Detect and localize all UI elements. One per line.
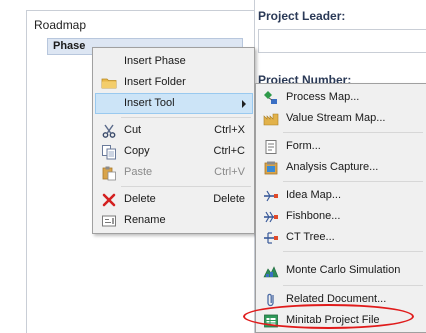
- shortcut-label: Ctrl+V: [214, 166, 245, 178]
- menu-item-paste[interactable]: Paste Ctrl+V: [95, 162, 253, 183]
- context-menu: Insert Phase Insert Folder Insert Tool C…: [92, 47, 255, 234]
- shortcut-label: Ctrl+X: [214, 124, 245, 136]
- paste-icon: [102, 166, 116, 181]
- menu-item-copy[interactable]: Copy Ctrl+C: [95, 141, 253, 162]
- menu-item-label: Insert Folder: [124, 76, 186, 88]
- submenu-item-label: Fishbone...: [286, 210, 341, 222]
- menu-separator: [121, 117, 251, 118]
- scissors-icon: [102, 124, 116, 138]
- value-stream-map-icon: [263, 113, 279, 126]
- submenu-item-label: Monte Carlo Simulation: [286, 264, 401, 276]
- copy-icon: [102, 145, 116, 160]
- paperclip-icon: [267, 293, 274, 307]
- menu-item-cut[interactable]: Cut Ctrl+X: [95, 120, 253, 141]
- menu-separator: [121, 186, 251, 187]
- shortcut-label: Ctrl+C: [213, 145, 245, 157]
- submenu-separator: [283, 181, 423, 182]
- menu-item-delete[interactable]: Delete Delete: [95, 189, 253, 210]
- submenu-item-label: Form...: [286, 140, 321, 152]
- submenu-item-ct-tree[interactable]: CT Tree...: [258, 227, 425, 248]
- menu-item-label: Paste: [124, 166, 153, 178]
- submenu-item-form[interactable]: Form...: [258, 136, 425, 157]
- menu-item-label: Rename: [124, 214, 166, 226]
- submenu-item-related-document[interactable]: Related Document...: [258, 289, 425, 310]
- analysis-capture-icon: [264, 161, 278, 175]
- submenu-item-analysis-capture[interactable]: Analysis Capture...: [258, 157, 425, 178]
- submenu-separator: [283, 132, 423, 133]
- fishbone-icon: [264, 211, 278, 223]
- submenu-item-value-stream-map[interactable]: Value Stream Map...: [258, 108, 425, 129]
- menu-item-label: Delete: [124, 193, 156, 205]
- submenu-item-label: Idea Map...: [286, 189, 342, 201]
- submenu-item-monte-carlo-simulation[interactable]: Monte Carlo Simulation: [258, 260, 425, 281]
- submenu-separator: [283, 285, 423, 286]
- submenu-item-label: Value Stream Map...: [286, 112, 386, 124]
- minitab-project-icon: [264, 314, 278, 328]
- submenu-item-minitab-project-file[interactable]: Minitab Project File: [258, 310, 425, 331]
- submenu-arrow-icon: [242, 100, 246, 108]
- submenu-item-label: Process Map...: [286, 91, 360, 103]
- idea-map-icon: [264, 190, 278, 202]
- roadmap-title: Roadmap: [34, 18, 87, 32]
- submenu-item-label: Minitab Project File: [286, 314, 380, 326]
- tree-item-phase-label: Phase: [53, 40, 86, 52]
- ct-tree-icon: [264, 232, 278, 244]
- menu-item-label: Copy: [124, 145, 150, 157]
- menu-item-insert-folder[interactable]: Insert Folder: [95, 72, 253, 93]
- folder-icon: [101, 78, 117, 89]
- submenu-item-idea-map[interactable]: Idea Map...: [258, 185, 425, 206]
- menu-item-insert-phase[interactable]: Insert Phase: [95, 51, 253, 72]
- submenu-item-fishbone[interactable]: Fishbone...: [258, 206, 425, 227]
- form-icon: [265, 140, 277, 154]
- rename-icon: [102, 215, 116, 227]
- submenu-item-label: Analysis Capture...: [286, 161, 379, 173]
- submenu-item-label: Related Document...: [286, 293, 387, 305]
- menu-item-rename[interactable]: Rename: [95, 210, 253, 231]
- submenu-item-process-map[interactable]: Process Map...: [258, 87, 425, 108]
- project-leader-field[interactable]: [258, 29, 426, 53]
- menu-item-label: Insert Tool: [124, 97, 175, 109]
- project-leader-label: Project Leader:: [258, 9, 346, 23]
- shortcut-label: Delete: [213, 193, 245, 205]
- monte-carlo-icon: [263, 266, 279, 278]
- submenu-item-label: CT Tree...: [286, 231, 335, 243]
- submenu-separator: [283, 251, 423, 252]
- insert-tool-submenu: Process Map... Value Stream Map... Form.…: [255, 83, 426, 333]
- delete-x-icon: [102, 193, 116, 207]
- menu-item-insert-tool[interactable]: Insert Tool: [95, 93, 253, 114]
- menu-item-label: Cut: [124, 124, 142, 136]
- process-map-icon: [264, 91, 277, 104]
- menu-item-label: Insert Phase: [124, 55, 186, 67]
